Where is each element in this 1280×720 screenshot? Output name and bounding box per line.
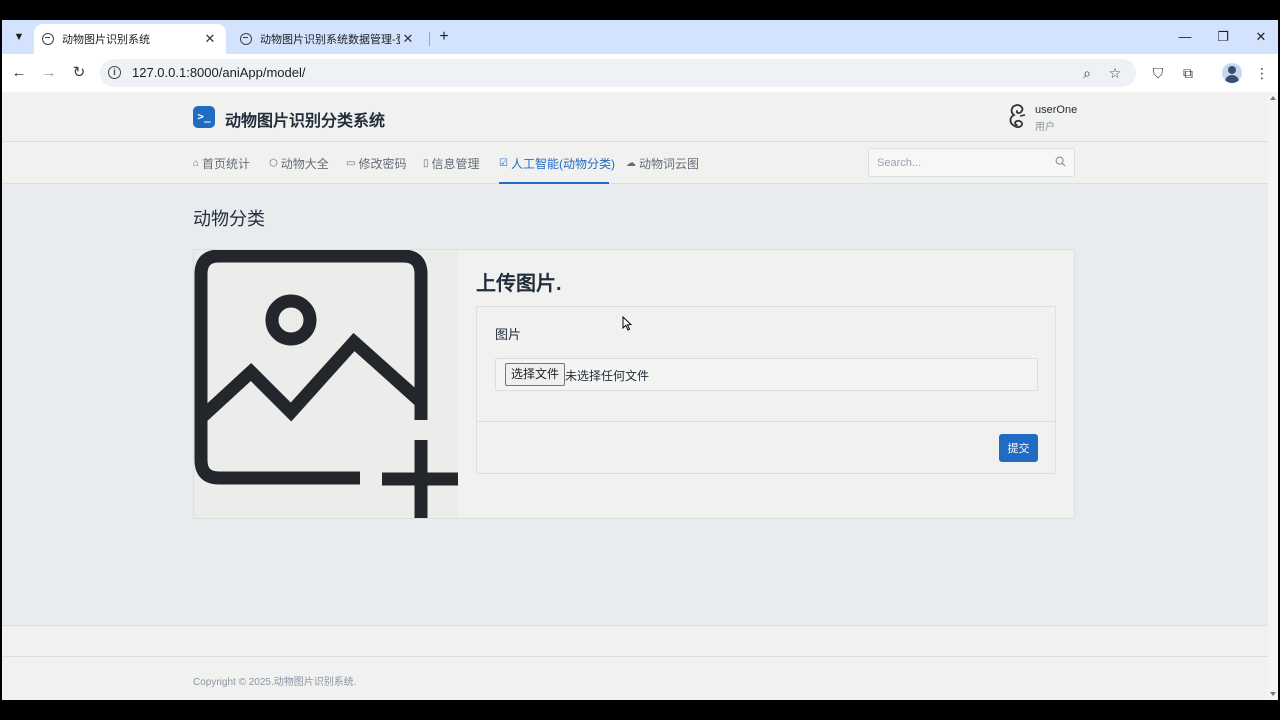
user-name[interactable]: userOne bbox=[1035, 104, 1077, 116]
nav-item-change-password[interactable]: ▭ 修改密码 bbox=[346, 142, 406, 184]
nav-label: 首页统计 bbox=[202, 156, 251, 171]
image-field-label: 图片 bbox=[495, 327, 522, 342]
image-placeholder bbox=[194, 250, 458, 518]
web-page: >_ 动物图片识别分类系统 userOne 用户 ⌂ 首页统计 ⬡ 动物大全 ▭… bbox=[2, 92, 1268, 700]
extensions-puzzle-icon[interactable]: ⧉ bbox=[1177, 62, 1199, 84]
back-icon[interactable]: ← bbox=[8, 62, 30, 84]
user-avatar-icon[interactable] bbox=[1006, 103, 1028, 131]
mouse-cursor-icon bbox=[622, 316, 632, 331]
brand-title[interactable]: 动物图片识别分类系统 bbox=[225, 107, 385, 131]
nav-label: 修改密码 bbox=[358, 156, 407, 171]
search-icon[interactable] bbox=[1055, 156, 1066, 167]
upload-title: 上传图片. bbox=[476, 273, 562, 295]
nav-item-animals[interactable]: ⬡ 动物大全 bbox=[269, 142, 329, 184]
scroll-down-arrow-icon[interactable] bbox=[1270, 692, 1276, 696]
tab-active[interactable]: 动物图片识别系统 ✕ bbox=[34, 24, 226, 54]
file-input[interactable]: 选择文件 未选择任何文件 bbox=[495, 358, 1038, 391]
close-window-icon[interactable]: ✕ bbox=[1246, 26, 1276, 48]
checkbox-icon: ☑ bbox=[499, 157, 508, 169]
nav-item-home-stats[interactable]: ⌂ 首页统计 bbox=[193, 142, 250, 184]
upload-form: 图片 选择文件 未选择任何文件 提交 bbox=[476, 306, 1056, 474]
upload-card: 上传图片. 图片 选择文件 未选择任何文件 提交 bbox=[193, 249, 1075, 519]
browser-toolbar: ← → ↻ i 127.0.0.1:8000/aniApp/model/ ⌕ ☆… bbox=[2, 54, 1278, 92]
menu-kebab-icon[interactable]: ⋮ bbox=[1251, 62, 1273, 84]
form-footer: 提交 bbox=[477, 421, 1055, 473]
site-info-icon[interactable]: i bbox=[108, 66, 121, 79]
extension-shield-icon[interactable]: ⛉ bbox=[1147, 62, 1169, 84]
nav-label: 人工智能(动物分类) bbox=[510, 156, 615, 171]
page-title: 动物分类 bbox=[193, 209, 265, 229]
tab-search-chevron-icon[interactable]: ▼ bbox=[8, 26, 30, 48]
site-header: >_ 动物图片识别分类系统 userOne 用户 bbox=[2, 92, 1268, 142]
address-bar[interactable]: i 127.0.0.1:8000/aniApp/model/ ⌕ ☆ bbox=[100, 59, 1136, 87]
calendar-icon: ▭ bbox=[346, 157, 356, 169]
restore-icon[interactable]: ❐ bbox=[1208, 26, 1238, 48]
zoom-icon[interactable]: ⌕ bbox=[1078, 64, 1096, 82]
home-icon: ⌂ bbox=[193, 157, 200, 169]
terminal-logo-icon[interactable]: >_ bbox=[193, 106, 215, 128]
close-tab-icon[interactable]: ✕ bbox=[400, 31, 416, 47]
nav-label: 动物词云图 bbox=[639, 156, 700, 171]
add-image-icon bbox=[194, 250, 458, 518]
nav-item-ai-classification[interactable]: ☑ 人工智能(动物分类) bbox=[499, 142, 615, 184]
nav-item-word-cloud[interactable]: ☁ 动物词云图 bbox=[626, 142, 699, 184]
upload-form-area: 上传图片. 图片 选择文件 未选择任何文件 提交 bbox=[476, 250, 1074, 518]
submit-button[interactable]: 提交 bbox=[999, 434, 1038, 462]
cloud-icon: ☁ bbox=[626, 157, 636, 169]
user-role: 用户 bbox=[1035, 122, 1055, 133]
address-url[interactable]: 127.0.0.1:8000/aniApp/model/ bbox=[132, 65, 305, 80]
forward-icon[interactable]: → bbox=[38, 62, 60, 84]
footer-divider bbox=[2, 656, 1268, 657]
choose-file-button[interactable]: 选择文件 bbox=[505, 363, 566, 386]
nav-label: 信息管理 bbox=[431, 156, 480, 171]
bookmark-star-icon[interactable]: ☆ bbox=[1106, 64, 1124, 82]
close-tab-icon[interactable]: ✕ bbox=[202, 31, 218, 47]
site-search bbox=[868, 148, 1075, 177]
page-scrollbar[interactable] bbox=[1268, 92, 1278, 700]
main-nav: ⌂ 首页统计 ⬡ 动物大全 ▭ 修改密码 ▯ 信息管理 ☑ 人工智能(动物分类)… bbox=[2, 142, 1268, 184]
tab-divider bbox=[429, 32, 430, 46]
new-tab-icon[interactable]: + bbox=[434, 27, 454, 47]
minimize-icon[interactable]: — bbox=[1170, 26, 1200, 48]
site-footer: Copyright © 2025.动物图片识别系统. bbox=[2, 625, 1268, 700]
nav-item-info-management[interactable]: ▯ 信息管理 bbox=[423, 142, 480, 184]
browser-window: ▼ 动物图片识别系统 ✕ 动物图片识别系统数据管理-登录 ✕ + — ❐ ✕ ←… bbox=[2, 20, 1278, 700]
box-icon: ⬡ bbox=[269, 157, 278, 169]
profile-avatar-icon[interactable] bbox=[1222, 63, 1242, 83]
scroll-up-arrow-icon[interactable] bbox=[1270, 96, 1276, 100]
copyright-text: Copyright © 2025.动物图片识别系统. bbox=[193, 677, 357, 688]
reload-icon[interactable]: ↻ bbox=[68, 62, 90, 84]
tab-inactive[interactable]: 动物图片识别系统数据管理-登录 ✕ bbox=[232, 24, 424, 54]
globe-icon bbox=[240, 33, 252, 45]
tab-title: 动物图片识别系统 bbox=[62, 34, 150, 46]
tab-strip: ▼ 动物图片识别系统 ✕ 动物图片识别系统数据管理-登录 ✕ + — ❐ ✕ bbox=[2, 20, 1278, 54]
file-status-text: 未选择任何文件 bbox=[565, 369, 650, 383]
search-input[interactable] bbox=[869, 149, 1049, 176]
tab-title: 动物图片识别系统数据管理-登录 bbox=[260, 34, 400, 46]
nav-label: 动物大全 bbox=[280, 156, 329, 171]
screen: ▼ 动物图片识别系统 ✕ 动物图片识别系统数据管理-登录 ✕ + — ❐ ✕ ←… bbox=[0, 0, 1280, 720]
globe-icon bbox=[42, 33, 54, 45]
file-icon: ▯ bbox=[423, 157, 429, 169]
